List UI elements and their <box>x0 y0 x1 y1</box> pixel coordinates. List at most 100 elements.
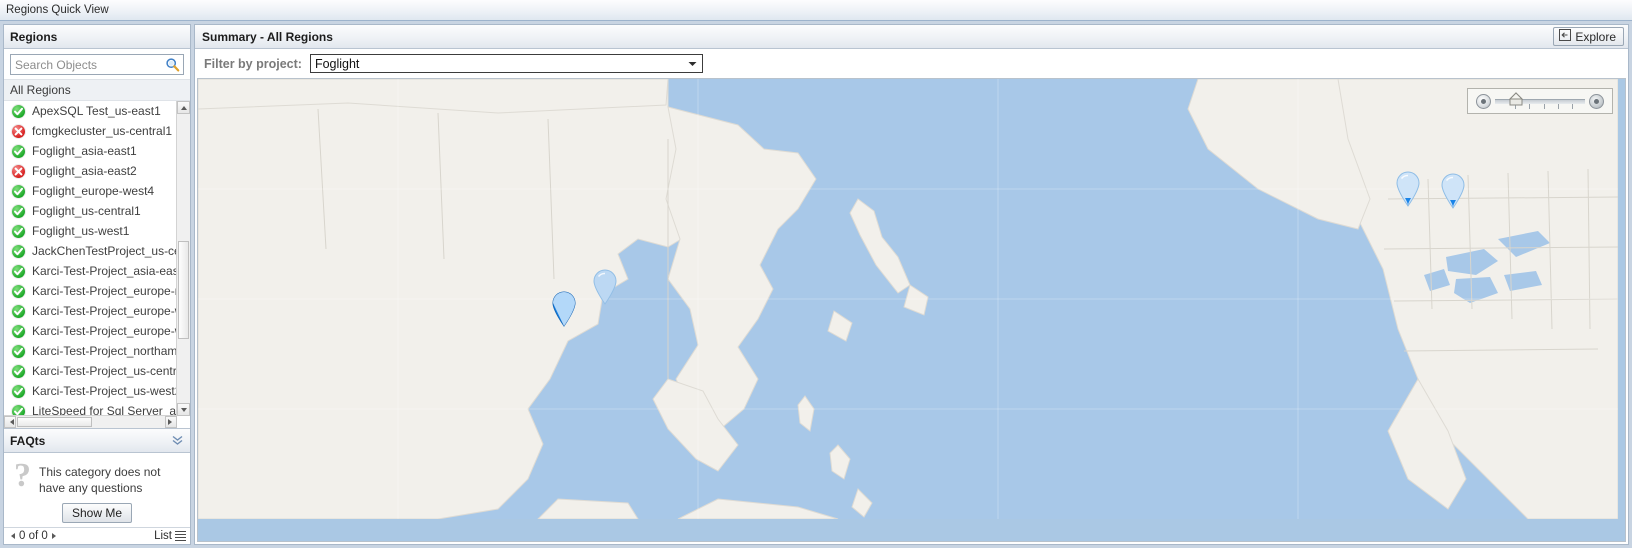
faqts-actions: Show Me <box>4 500 190 527</box>
question-mark-icon: ? <box>14 457 31 494</box>
list-item-label: Karci-Test-Project_us-central1 <box>32 364 177 378</box>
list-item-label: Karci-Test-Project_europe-west <box>32 324 177 338</box>
status-ok-icon <box>12 384 25 398</box>
faqts-status-bar: 0 of 0 List <box>4 527 190 544</box>
list-item-label: Foglight_europe-west4 <box>32 184 155 198</box>
status-ok-icon <box>12 324 25 338</box>
list-item[interactable]: Karci-Test-Project_europe-west <box>4 301 177 321</box>
chevron-double-down-icon[interactable] <box>171 435 184 446</box>
scroll-left-arrow[interactable] <box>4 416 16 428</box>
list-item-label: Foglight_asia-east1 <box>32 144 137 158</box>
zoom-slider-track[interactable] <box>1495 91 1585 109</box>
list-item-label: Karci-Test-Project_europe-west <box>32 304 177 318</box>
page-title: Summary - All Regions <box>202 29 333 44</box>
list-item[interactable]: LiteSpeed for Sql Server_asia-e <box>4 401 177 416</box>
list-item[interactable]: Foglight_us-west1 <box>4 221 177 241</box>
list-item[interactable]: ApexSQL Test_us-east1 <box>4 101 177 121</box>
list-view-label: List <box>154 530 172 542</box>
faqts-counter: 0 of 0 <box>19 530 48 542</box>
scroll-down-arrow[interactable] <box>177 403 190 416</box>
list-item[interactable]: Foglight_europe-west4 <box>4 181 177 201</box>
faqts-message: This category does not have any question… <box>39 465 161 495</box>
all-regions-row[interactable]: All Regions <box>4 79 190 101</box>
status-ok-icon <box>12 364 25 378</box>
scroll-right-arrow[interactable] <box>165 416 177 428</box>
sidebar-title: Regions <box>10 29 58 44</box>
status-ok-icon <box>12 144 25 158</box>
chevron-down-icon[interactable] <box>683 56 701 71</box>
search-input[interactable] <box>11 55 183 74</box>
summary-panel: Summary - All Regions Explore Filter by … <box>194 24 1629 545</box>
project-filter-value: Foglight <box>314 56 360 71</box>
list-item-label: JackChenTestProject_us-central <box>32 244 177 258</box>
list-item[interactable]: Karci-Test-Project_us-central1 <box>4 361 177 381</box>
status-ok-icon <box>12 184 25 198</box>
window-titlebar: Regions Quick View <box>0 0 1632 21</box>
regions-sidebar: Regions All Regions ApexSQL Test_ <box>3 24 191 545</box>
list-item[interactable]: Foglight_asia-east1 <box>4 141 177 161</box>
scroll-up-arrow[interactable] <box>177 101 190 114</box>
list-item[interactable]: Karci-Test-Project_asia-east2 <box>4 261 177 281</box>
zoom-out-icon[interactable] <box>1476 93 1491 109</box>
regions-list-vertical-scrollbar[interactable] <box>176 101 190 416</box>
search-container <box>4 49 190 79</box>
list-item-label: fcmgkecluster_us-central1 <box>32 124 173 138</box>
zoom-in-icon[interactable] <box>1589 93 1604 109</box>
show-me-button[interactable]: Show Me <box>61 503 133 523</box>
home-handle-icon[interactable] <box>1509 91 1523 107</box>
list-item[interactable]: JackChenTestProject_us-central <box>4 241 177 261</box>
list-item-label: Karci-Test-Project_europe-north <box>32 284 177 298</box>
status-ok-icon <box>12 284 25 298</box>
faqts-header: FAQts <box>4 429 190 453</box>
list-item[interactable]: Karci-Test-Project_us-west2 <box>4 381 177 401</box>
list-item-label: Karci-Test-Project_asia-east2 <box>32 264 177 278</box>
next-arrow-icon[interactable] <box>51 533 59 539</box>
prev-arrow-icon[interactable] <box>8 533 15 539</box>
list-item[interactable]: Karci-Test-Project_europe-north <box>4 281 177 301</box>
sidebar-header: Regions <box>4 25 190 49</box>
vertical-scroll-thumb[interactable] <box>178 241 189 339</box>
list-item-label: Foglight_asia-east2 <box>32 164 137 178</box>
list-item-label: ApexSQL Test_us-east1 <box>32 104 161 118</box>
list-item[interactable]: Foglight_us-central1 <box>4 201 177 221</box>
window-title: Regions Quick View <box>6 4 109 16</box>
explore-button[interactable]: Explore <box>1553 27 1624 46</box>
list-item[interactable]: Karci-Test-Project_northamerica <box>4 341 177 361</box>
faqts-panel: FAQts ? This category does not have any … <box>4 428 190 544</box>
search-icon[interactable] <box>165 57 180 72</box>
status-error-icon <box>12 164 25 178</box>
status-ok-icon <box>12 244 25 258</box>
regions-quick-view-window: Regions Quick View Regions Search Object… <box>0 0 1632 548</box>
project-filter-dropdown[interactable]: Foglight <box>309 54 703 73</box>
filter-label: Filter by project: <box>204 56 302 71</box>
regions-map[interactable] <box>197 78 1626 542</box>
status-ok-icon <box>12 204 25 218</box>
status-error-icon <box>12 124 25 138</box>
regions-list-container: ApexSQL Test_us-east1 fcmgkecluster_us-ce… <box>4 101 190 428</box>
list-item-label: Karci-Test-Project_northamerica <box>32 344 177 358</box>
status-ok-icon <box>12 304 25 318</box>
explore-label: Explore <box>1575 29 1616 44</box>
list-item[interactable]: Karci-Test-Project_europe-west <box>4 321 177 341</box>
status-ok-icon <box>12 104 25 118</box>
regions-list-horizontal-scrollbar[interactable] <box>4 415 177 428</box>
summary-header: Summary - All Regions Explore <box>195 25 1628 49</box>
list-item-label: Karci-Test-Project_us-west2 <box>32 384 177 398</box>
faqts-body: ? This category does not have any questi… <box>4 453 190 500</box>
faqts-title: FAQts <box>10 433 46 448</box>
filter-row: Filter by project: Foglight <box>195 49 1628 78</box>
horizontal-scroll-thumb[interactable] <box>17 417 92 427</box>
status-ok-icon <box>12 344 25 358</box>
status-ok-icon <box>12 224 25 238</box>
list-item[interactable]: fcmgkecluster_us-central1 <box>4 121 177 141</box>
map-canvas <box>198 79 1618 519</box>
map-zoom-control[interactable] <box>1467 88 1613 114</box>
window-body: Regions All Regions ApexSQL Test_ <box>0 21 1632 548</box>
regions-list: ApexSQL Test_us-east1 fcmgkecluster_us-ce… <box>4 101 177 416</box>
explore-icon <box>1559 29 1572 44</box>
list-icon[interactable] <box>175 531 186 541</box>
list-view-toggle[interactable]: List <box>154 530 186 542</box>
list-item[interactable]: Foglight_asia-east2 <box>4 161 177 181</box>
faqts-pager: 0 of 0 <box>8 530 59 542</box>
search-box[interactable] <box>10 54 184 75</box>
